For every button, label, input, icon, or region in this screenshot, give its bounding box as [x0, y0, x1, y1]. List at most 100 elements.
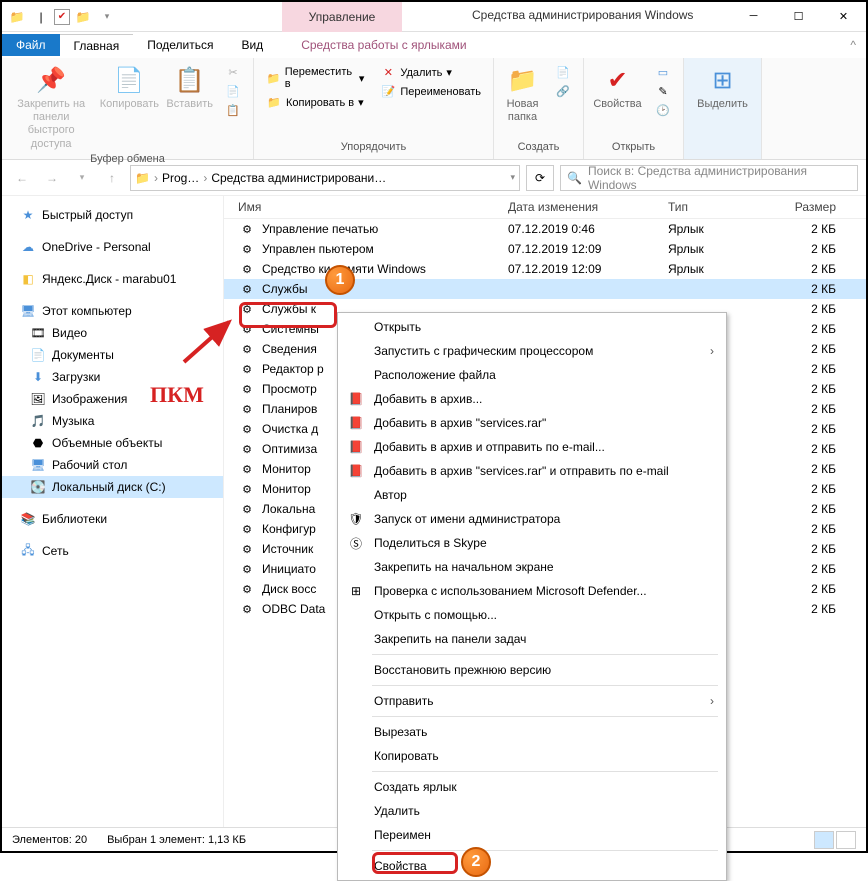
tab-home[interactable]: Главная — [60, 34, 134, 57]
context-item[interactable]: Закрепить на начальном экране — [340, 555, 724, 579]
moveto-button[interactable]: 📁Переместить в ▾ — [262, 64, 368, 92]
ribbon-collapse-icon[interactable]: ^ — [840, 38, 866, 52]
context-item[interactable]: ⊞ Проверка с использованием Microsoft De… — [340, 579, 724, 603]
sidebar-item-3d[interactable]: ⬣Объемные объекты — [2, 432, 223, 454]
sidebar-item-yandex[interactable]: ◧Яндекс.Диск - marabu01 — [2, 268, 223, 290]
context-item[interactable]: Закрепить на панели задач — [340, 627, 724, 651]
context-item[interactable]: Создать ярлык — [340, 775, 724, 799]
header-size[interactable]: Размер — [778, 200, 866, 214]
context-item[interactable]: Расположение файла — [340, 363, 724, 387]
context-item[interactable]: Запустить с графическим процессором › — [340, 339, 724, 363]
file-row[interactable]: ⚙ Службы 2 КБ — [224, 279, 866, 299]
sidebar-item-music[interactable]: 🎵Музыка — [2, 410, 223, 432]
clipboard-extras: ✂ 📄 📋 — [221, 62, 245, 119]
context-item[interactable]: 📕 Добавить в архив "services.rar" и отпр… — [340, 459, 724, 483]
context-item[interactable]: Вырезать — [340, 720, 724, 744]
qat-checkbox-icon[interactable]: ✔ — [54, 9, 70, 25]
history-icon[interactable]: 🕑 — [651, 102, 675, 119]
copypath-icon[interactable]: 📄 — [221, 83, 245, 100]
defender-icon: ⊞ — [346, 582, 366, 600]
cut-icon[interactable]: ✂ — [221, 64, 245, 81]
context-item[interactable]: Свойства — [340, 854, 724, 878]
file-size: 2 КБ — [778, 562, 866, 576]
sidebar-item-onedrive[interactable]: ☁OneDrive - Personal — [2, 236, 223, 258]
shortcut-icon: ⚙ — [238, 481, 256, 497]
open-icon[interactable]: ▭ — [651, 64, 675, 81]
back-button[interactable]: ← — [10, 166, 34, 190]
header-date[interactable]: Дата изменения — [508, 200, 668, 214]
properties-button[interactable]: ✔ Свойства — [592, 62, 643, 111]
select-button[interactable]: ⊞ Выделить — [692, 62, 753, 111]
newfolder-button[interactable]: 📁 Новая папка — [502, 62, 543, 124]
context-item[interactable]: Копировать — [340, 744, 724, 768]
context-item[interactable]: 🛡 Запуск от имени администратора — [340, 507, 724, 531]
context-item[interactable]: Переимен — [340, 823, 724, 847]
file-date: 07.12.2019 12:09 — [508, 262, 668, 276]
file-size: 2 КБ — [778, 322, 866, 336]
shortcut-icon: ⚙ — [238, 461, 256, 477]
blank-icon — [346, 826, 366, 844]
context-item[interactable]: 📕 Добавить в архив "services.rar" — [340, 411, 724, 435]
delete-button[interactable]: ✕Удалить ▾ — [376, 64, 485, 81]
context-separator — [372, 850, 718, 851]
context-item[interactable]: Открыть с помощью... — [340, 603, 724, 627]
context-item[interactable]: Автор — [340, 483, 724, 507]
skype-icon: Ⓢ — [346, 534, 366, 552]
context-item[interactable]: 📕 Добавить в архив и отправить по e-mail… — [340, 435, 724, 459]
edit-icon[interactable]: ✎ — [651, 83, 675, 100]
tab-file[interactable]: Файл — [2, 34, 60, 56]
forward-button[interactable]: → — [40, 166, 64, 190]
newitem-icon[interactable]: 📄 — [551, 64, 575, 81]
header-name[interactable]: Имя — [238, 200, 508, 214]
paste-button[interactable]: 📋 Вставить — [166, 62, 213, 111]
sidebar-item-cdrive[interactable]: 💽Локальный диск (C:) — [2, 476, 223, 498]
icons-view-button[interactable] — [836, 831, 856, 849]
sidebar-item-desktop[interactable]: 🖥Рабочий стол — [2, 454, 223, 476]
file-row[interactable]: ⚙ Управлен пьютером 07.12.2019 12:09 Ярл… — [224, 239, 866, 259]
shortcut-icon: ⚙ — [238, 581, 256, 597]
context-item[interactable]: Восстановить прежнюю версию — [340, 658, 724, 682]
minimize-button[interactable]: ─ — [731, 2, 776, 30]
maximize-button[interactable]: ☐ — [776, 2, 821, 30]
copy-button[interactable]: 📄 Копировать — [100, 62, 158, 111]
file-size: 2 КБ — [778, 222, 866, 236]
context-item[interactable]: 📕 Добавить в архив... — [340, 387, 724, 411]
tab-share[interactable]: Поделиться — [133, 34, 227, 56]
up-button[interactable]: ↑ — [100, 166, 124, 190]
context-item[interactable]: Открыть — [340, 315, 724, 339]
recent-dropdown[interactable]: ▾ — [70, 166, 94, 190]
context-item[interactable]: Отправить › — [340, 689, 724, 713]
details-view-button[interactable] — [814, 831, 834, 849]
tab-view[interactable]: Вид — [227, 34, 277, 56]
manage-tab[interactable]: Управление — [282, 2, 402, 32]
easyaccess-icon[interactable]: 🔗 — [551, 83, 575, 100]
qat-folder-icon[interactable]: 📁 — [72, 6, 94, 28]
file-row[interactable]: ⚙ Средство ки памяти Windows 07.12.2019 … — [224, 259, 866, 279]
context-item[interactable]: Ⓢ Поделиться в Skype — [340, 531, 724, 555]
breadcrumb[interactable]: 📁 › Prog… › Средства администрировани… ▾ — [130, 165, 520, 191]
header-type[interactable]: Тип — [668, 200, 778, 214]
paste-shortcut-icon[interactable]: 📋 — [221, 102, 245, 119]
tab-shortcut-tools[interactable]: Средства работы с ярлыками — [287, 34, 480, 56]
search-input[interactable]: 🔍 Поиск в: Средства администрирования Wi… — [560, 165, 858, 191]
pin-button[interactable]: 📌 Закрепить на панели быстрого доступа — [10, 62, 92, 151]
properties-icon: ✔ — [607, 64, 627, 96]
qat-divider: | — [30, 6, 52, 28]
status-selected: Выбран 1 элемент: 1,13 КБ — [107, 834, 246, 846]
close-button[interactable]: ✕ — [821, 2, 866, 30]
refresh-button[interactable]: ⟳ — [526, 165, 554, 191]
open-label: Открыть — [592, 139, 675, 155]
breadcrumb-part-1[interactable]: Prog… — [162, 171, 199, 185]
ribbon: 📌 Закрепить на панели быстрого доступа 📄… — [2, 58, 866, 160]
sidebar-item-network[interactable]: 🖧Сеть — [2, 540, 223, 562]
sidebar-item-libraries[interactable]: 📚Библиотеки — [2, 508, 223, 530]
copyto-button[interactable]: 📁Копировать в ▾ — [262, 94, 368, 111]
file-row[interactable]: ⚙ Управление печатью 07.12.2019 0:46 Ярл… — [224, 219, 866, 239]
sidebar-item-quick-access[interactable]: ★Быстрый доступ — [2, 204, 223, 226]
rename-button[interactable]: 📝Переименовать — [376, 83, 485, 100]
context-item-label: Вырезать — [374, 725, 714, 739]
ribbon-tabs: Файл Главная Поделиться Вид Средства раб… — [2, 32, 866, 58]
context-item[interactable]: Удалить — [340, 799, 724, 823]
qat-dropdown-icon[interactable]: ▾ — [96, 6, 118, 28]
breadcrumb-part-2[interactable]: Средства администрировани… — [211, 171, 386, 185]
